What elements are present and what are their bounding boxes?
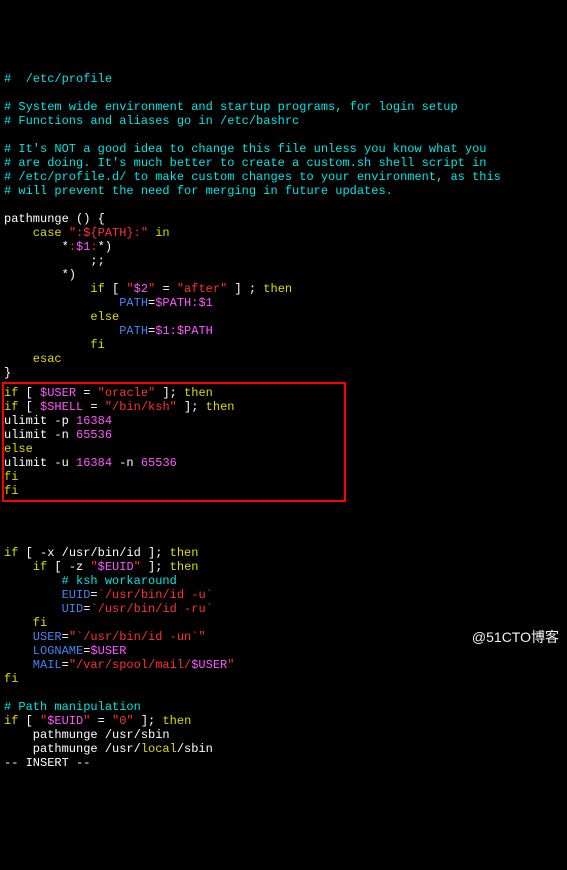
comment-line: # /etc/profile.d/ to make custom changes… xyxy=(4,170,501,184)
code-line: if [ $USER = "oracle" ]; then xyxy=(4,386,213,400)
code-line: if [ -x /usr/bin/id ]; then xyxy=(4,546,198,560)
code-line: *) xyxy=(4,268,76,282)
highlighted-code-block: if [ $USER = "oracle" ]; then if [ $SHEL… xyxy=(2,382,346,502)
watermark-text: @51CTO博客 xyxy=(472,630,559,644)
comment-line: # will prevent the need for merging in f… xyxy=(4,184,393,198)
code-line: else xyxy=(4,442,33,456)
code-line: if [ $SHELL = "/bin/ksh" ]; then xyxy=(4,400,234,414)
code-line: if [ "$EUID" = "0" ]; then xyxy=(4,714,191,728)
code-line: MAIL="/var/spool/mail/$USER" xyxy=(4,658,234,672)
code-line: fi xyxy=(4,338,105,352)
code-line: EUID=`/usr/bin/id -u` xyxy=(4,588,213,602)
code-line: UID=`/usr/bin/id -ru` xyxy=(4,602,213,616)
comment-line: # Path manipulation xyxy=(4,700,141,714)
vim-status-line: -- INSERT -- xyxy=(4,756,90,770)
code-line: fi xyxy=(4,484,18,498)
comment-line: # System wide environment and startup pr… xyxy=(4,100,458,114)
code-line: PATH=$PATH:$1 xyxy=(4,296,213,310)
code-line: fi xyxy=(4,470,18,484)
code-line: if [ "$2" = "after" ] ; then xyxy=(4,282,292,296)
comment-line: # Functions and aliases go in /etc/bashr… xyxy=(4,114,299,128)
code-line: pathmunge /usr/local/sbin xyxy=(4,742,213,756)
code-line: USER="`/usr/bin/id -un`" xyxy=(4,630,206,644)
code-line: pathmunge /usr/sbin xyxy=(4,728,170,742)
code-line: ;; xyxy=(4,254,105,268)
code-line: ulimit -n 65536 xyxy=(4,428,112,442)
code-line: ulimit -p 16384 xyxy=(4,414,112,428)
code-line: if [ -z "$EUID" ]; then xyxy=(4,560,198,574)
code-line: PATH=$1:$PATH xyxy=(4,324,213,338)
code-line: *:$1:*) xyxy=(4,240,112,254)
code-line: } xyxy=(4,366,11,380)
code-line: esac xyxy=(4,352,62,366)
comment-line: # are doing. It's much better to create … xyxy=(4,156,486,170)
code-line: pathmunge () { xyxy=(4,212,105,226)
code-line: else xyxy=(4,310,119,324)
comment-line: # ksh workaround xyxy=(4,574,177,588)
code-line: ulimit -u 16384 -n 65536 xyxy=(4,456,177,470)
comment-line: # It's NOT a good idea to change this fi… xyxy=(4,142,486,156)
code-line: case ":${PATH}:" in xyxy=(4,226,170,240)
code-line: fi xyxy=(4,672,18,686)
comment-line: # /etc/profile xyxy=(4,72,112,86)
terminal-editor[interactable]: # /etc/profile # System wide environment… xyxy=(0,56,567,772)
code-line: fi xyxy=(4,616,47,630)
